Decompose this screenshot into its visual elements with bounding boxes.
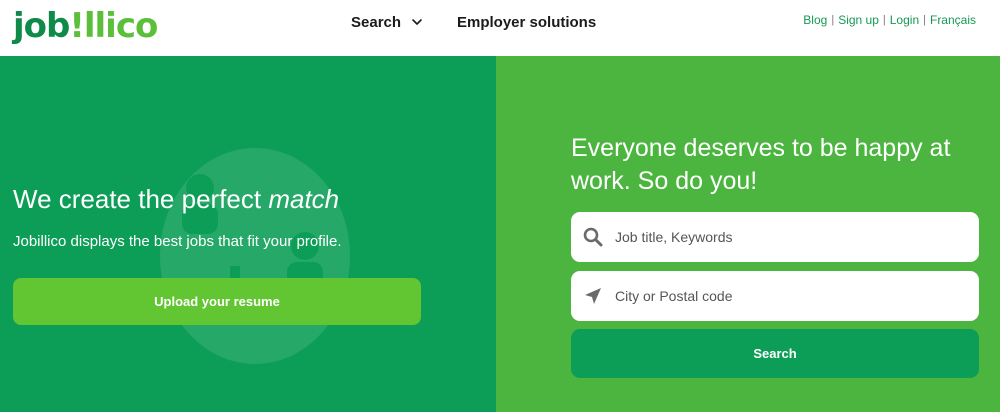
- language-link[interactable]: Français: [930, 13, 976, 27]
- signup-link[interactable]: Sign up: [838, 13, 879, 27]
- logo-part-1: job: [13, 6, 70, 46]
- blog-link[interactable]: Blog: [803, 13, 827, 27]
- login-link[interactable]: Login: [890, 13, 919, 27]
- job-keywords-input[interactable]: [615, 229, 955, 245]
- link-separator: |: [882, 14, 886, 26]
- hero-title: We create the perfect match: [13, 184, 339, 215]
- location-arrow-icon: [585, 288, 601, 304]
- location-field[interactable]: [571, 271, 979, 321]
- nav-search-label: Search: [351, 13, 402, 31]
- search-button[interactable]: Search: [571, 329, 979, 378]
- job-search-field[interactable]: [571, 212, 979, 262]
- link-separator: |: [831, 14, 835, 26]
- job-search-panel: Everyone deserves to be happy at work. S…: [496, 56, 1000, 412]
- logo-text: job!llico: [13, 6, 158, 46]
- top-links: Blog | Sign up | Login | Français: [803, 13, 976, 27]
- nav-employer-solutions[interactable]: Employer solutions: [457, 12, 596, 32]
- logo-part-2: !llico: [69, 6, 158, 46]
- hero-title-prefix: We create the perfect: [13, 184, 269, 214]
- hero-title-emphasis: match: [268, 184, 340, 214]
- link-separator: |: [923, 14, 926, 26]
- search-icon: [583, 227, 603, 247]
- hero-panel: We create the perfect match Jobillico di…: [0, 56, 496, 412]
- nav-search-menu[interactable]: Search: [351, 12, 423, 32]
- jobillico-logo[interactable]: job!llico: [13, 2, 158, 46]
- city-postal-input[interactable]: [615, 288, 955, 304]
- search-panel-title: Everyone deserves to be happy at work. S…: [571, 134, 951, 195]
- upload-resume-button[interactable]: Upload your resume: [13, 278, 421, 325]
- site-header: job!llico Search Employer solutions Blog…: [0, 0, 1000, 56]
- nav-employer-label: Employer solutions: [457, 13, 597, 31]
- hero-subtitle: Jobillico displays the best jobs that fi…: [13, 233, 342, 250]
- decorative-people-graphic: [160, 148, 350, 364]
- chevron-down-icon: [412, 19, 422, 25]
